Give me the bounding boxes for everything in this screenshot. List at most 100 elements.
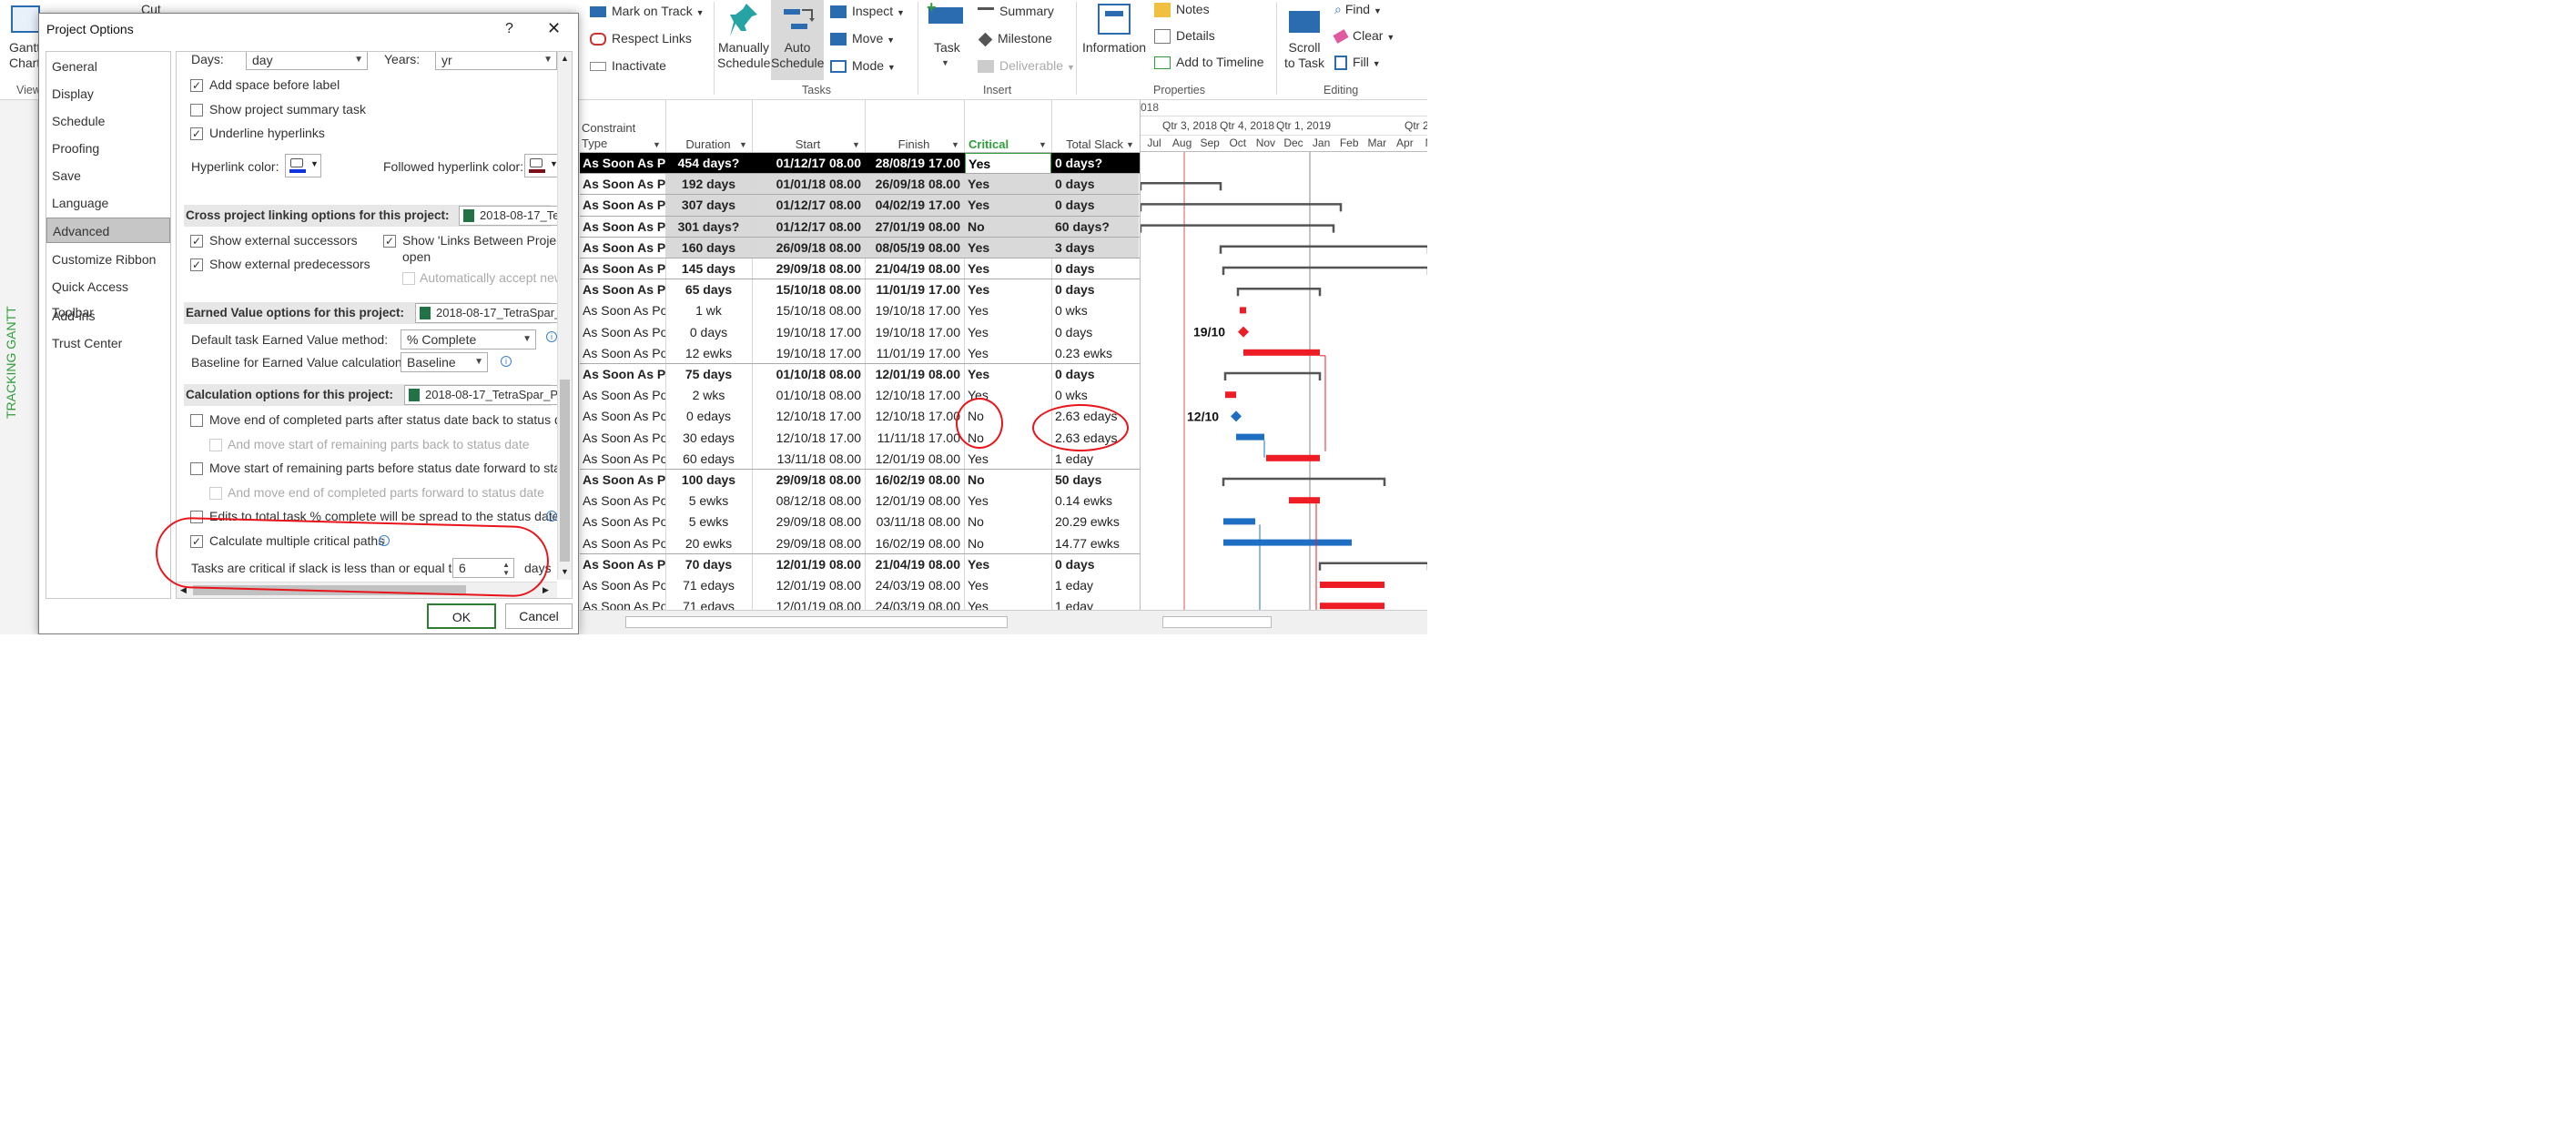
table-cell[interactable]: 454 days? — [666, 153, 752, 174]
table-cell[interactable]: 04/02/19 17.00 — [866, 195, 964, 217]
table-cell[interactable]: Yes — [965, 279, 1051, 300]
table-cell[interactable]: 65 days — [666, 279, 752, 300]
table-row[interactable]: As Soon As Po 301 days? 01/12/17 08.00 27/0… — [580, 216, 1140, 238]
table-cell[interactable]: 0 days — [1052, 258, 1139, 279]
table-cell[interactable]: 12/01/19 08.00 — [866, 491, 964, 512]
table-cell[interactable]: Yes — [965, 491, 1051, 512]
information-button[interactable]: Information — [1080, 0, 1149, 80]
table-cell[interactable]: 1 wk — [666, 300, 752, 321]
table-cell[interactable]: As Soon As Po — [580, 258, 665, 279]
scroll-thumb-gantt[interactable] — [1162, 616, 1272, 628]
nav-item-save[interactable]: Save — [46, 163, 170, 188]
table-cell[interactable]: 01/01/18 08.00 — [753, 174, 865, 196]
table-cell[interactable]: As Soon As Po — [580, 217, 665, 238]
table-row[interactable]: As Soon As Po 192 days 01/01/18 08.00 26/09… — [580, 174, 1140, 196]
table-row[interactable]: As Soon As Po 2 wks 01/10/18 08.00 12/10/18… — [580, 385, 1140, 406]
table-cell[interactable]: Yes — [965, 237, 1051, 258]
nav-item-quick-access-toolbar[interactable]: Quick Access Toolbar — [46, 274, 170, 319]
table-cell[interactable]: 28/08/19 17.00 — [866, 153, 964, 174]
table-cell[interactable]: 3 days — [1052, 237, 1139, 258]
table-cell[interactable]: 12/10/18 17.00 — [753, 406, 865, 427]
table-cell[interactable]: 0 days — [1052, 174, 1139, 196]
table-cell[interactable]: 01/12/17 08.00 — [753, 153, 865, 174]
add-to-timeline-button[interactable]: Add to Timeline — [1154, 55, 1264, 70]
table-cell[interactable]: No — [965, 470, 1051, 491]
table-cell[interactable]: Yes — [965, 364, 1051, 385]
details-button[interactable]: Details — [1154, 28, 1215, 45]
table-cell[interactable]: 12/01/19 08.00 — [753, 575, 865, 596]
table-cell[interactable]: 75 days — [666, 364, 752, 385]
table-cell[interactable]: No — [965, 512, 1051, 532]
milestone-button[interactable]: Milestone — [978, 31, 1052, 47]
view-label-vertical[interactable]: TRACKING GANTT — [4, 306, 18, 419]
table-cell[interactable]: 03/11/18 08.00 — [866, 512, 964, 532]
table-row[interactable]: As Soon As Po 20 ewks 29/09/18 08.00 16/02/… — [580, 533, 1140, 554]
hyperlink-color-picker[interactable]: ▼ — [285, 154, 321, 177]
table-cell[interactable]: 20 ewks — [666, 533, 752, 554]
table-cell[interactable]: 0 days — [1052, 554, 1139, 575]
deliverable-button[interactable]: Deliverable ▼ — [978, 58, 1075, 74]
table-cell[interactable]: 01/10/18 08.00 — [753, 385, 865, 406]
table-cell[interactable]: As Soon As Po — [580, 364, 665, 385]
options-scrollbar[interactable]: ▲ ▼ — [557, 52, 572, 580]
table-cell[interactable]: 0 wks — [1052, 385, 1139, 406]
table-cell[interactable]: As Soon As Po — [580, 385, 665, 406]
table-cell[interactable]: 08/05/19 08.00 — [866, 237, 964, 258]
table-cell[interactable]: 12/10/18 17.00 — [753, 428, 865, 449]
show-ext-successors-checkbox[interactable]: ✓ — [190, 235, 203, 248]
scroll-down-icon[interactable]: ▼ — [561, 567, 569, 576]
cross-project-file-select[interactable]: 2018-08-17_TetraSpar_Pr — [459, 206, 572, 226]
table-cell[interactable]: 71 edays — [666, 575, 752, 596]
table-cell[interactable]: 16/02/19 08.00 — [866, 470, 964, 491]
table-cell[interactable]: 15/10/18 08.00 — [753, 300, 865, 321]
table-cell[interactable]: Yes — [965, 554, 1051, 575]
nav-item-general[interactable]: General — [46, 54, 170, 79]
filter-dropdown-icon[interactable]: ▼ — [1126, 140, 1134, 149]
move-end-checkbox[interactable] — [190, 414, 203, 427]
table-cell[interactable]: 70 days — [666, 554, 752, 575]
table-cell[interactable]: No — [965, 533, 1051, 554]
table-row[interactable]: As Soon As Po 145 days 29/09/18 08.00 21/04… — [580, 258, 1140, 279]
column-header-start[interactable]: Start — [755, 137, 861, 151]
nav-item-advanced[interactable]: Advanced — [46, 218, 170, 243]
mark-on-track-button[interactable]: Mark on Track ▼ — [590, 4, 705, 18]
column-header-critical[interactable]: Critical — [967, 137, 1048, 151]
add-space-checkbox[interactable]: ✓ — [190, 79, 203, 92]
table-cell[interactable]: 5 ewks — [666, 491, 752, 512]
filter-dropdown-icon[interactable]: ▼ — [739, 140, 747, 149]
close-button[interactable]: ✕ — [547, 19, 561, 38]
table-cell[interactable]: No — [965, 216, 1051, 238]
table-cell[interactable]: As Soon As Po — [580, 153, 665, 174]
table-cell[interactable]: 12/01/19 08.00 — [866, 449, 964, 470]
column-header-finish[interactable]: Finish — [867, 137, 960, 151]
fill-button[interactable]: Fill ▼ — [1334, 55, 1381, 71]
table-cell[interactable]: As Soon As Po — [580, 343, 665, 364]
table-cell[interactable]: Yes — [965, 195, 1051, 217]
nav-item-add-ins[interactable]: Add-ins — [46, 303, 170, 329]
table-cell[interactable]: 16/02/19 08.00 — [866, 533, 964, 554]
respect-links-button[interactable]: Respect Links — [590, 31, 692, 46]
horizontal-scrollbar[interactable] — [580, 610, 1427, 634]
table-row[interactable]: As Soon As Po 71 edays 12/01/19 08.00 24/03… — [580, 575, 1140, 596]
notes-button[interactable]: Notes — [1154, 2, 1210, 18]
filter-dropdown-icon[interactable]: ▼ — [653, 140, 661, 149]
table-cell[interactable]: As Soon As Po — [580, 428, 665, 449]
table-cell[interactable]: 12/10/18 17.00 — [866, 385, 964, 406]
underline-checkbox[interactable]: ✓ — [190, 127, 203, 140]
table-cell[interactable]: As Soon As Po — [580, 554, 665, 575]
table-cell[interactable]: 0 wks — [1052, 300, 1139, 321]
table-cell[interactable]: 19/10/18 17.00 — [753, 322, 865, 343]
table-cell[interactable]: As Soon As Po — [580, 406, 665, 427]
earned-value-file-select[interactable]: 2018-08-17_TetraSpar_ — [415, 303, 561, 323]
table-row[interactable]: As Soon As Po 0 days 19/10/18 17.00 19/10/1… — [580, 322, 1140, 343]
table-row[interactable]: As Soon As Po 1 wk 15/10/18 08.00 19/10/18 … — [580, 300, 1140, 321]
table-cell[interactable]: 50 days — [1052, 470, 1139, 491]
followed-color-picker[interactable]: ▼ — [524, 154, 561, 177]
column-header-constraint[interactable]: Constraint Type — [582, 120, 635, 151]
table-cell[interactable]: 60 days? — [1052, 216, 1139, 238]
table-row[interactable]: As Soon As Po 75 days 01/10/18 08.00 12/01/… — [580, 364, 1140, 385]
help-button[interactable]: ? — [505, 21, 513, 37]
task-button[interactable]: + Task ▼ — [923, 0, 969, 80]
table-cell[interactable]: As Soon As Po — [580, 300, 665, 321]
table-cell[interactable]: As Soon As Po — [580, 575, 665, 596]
